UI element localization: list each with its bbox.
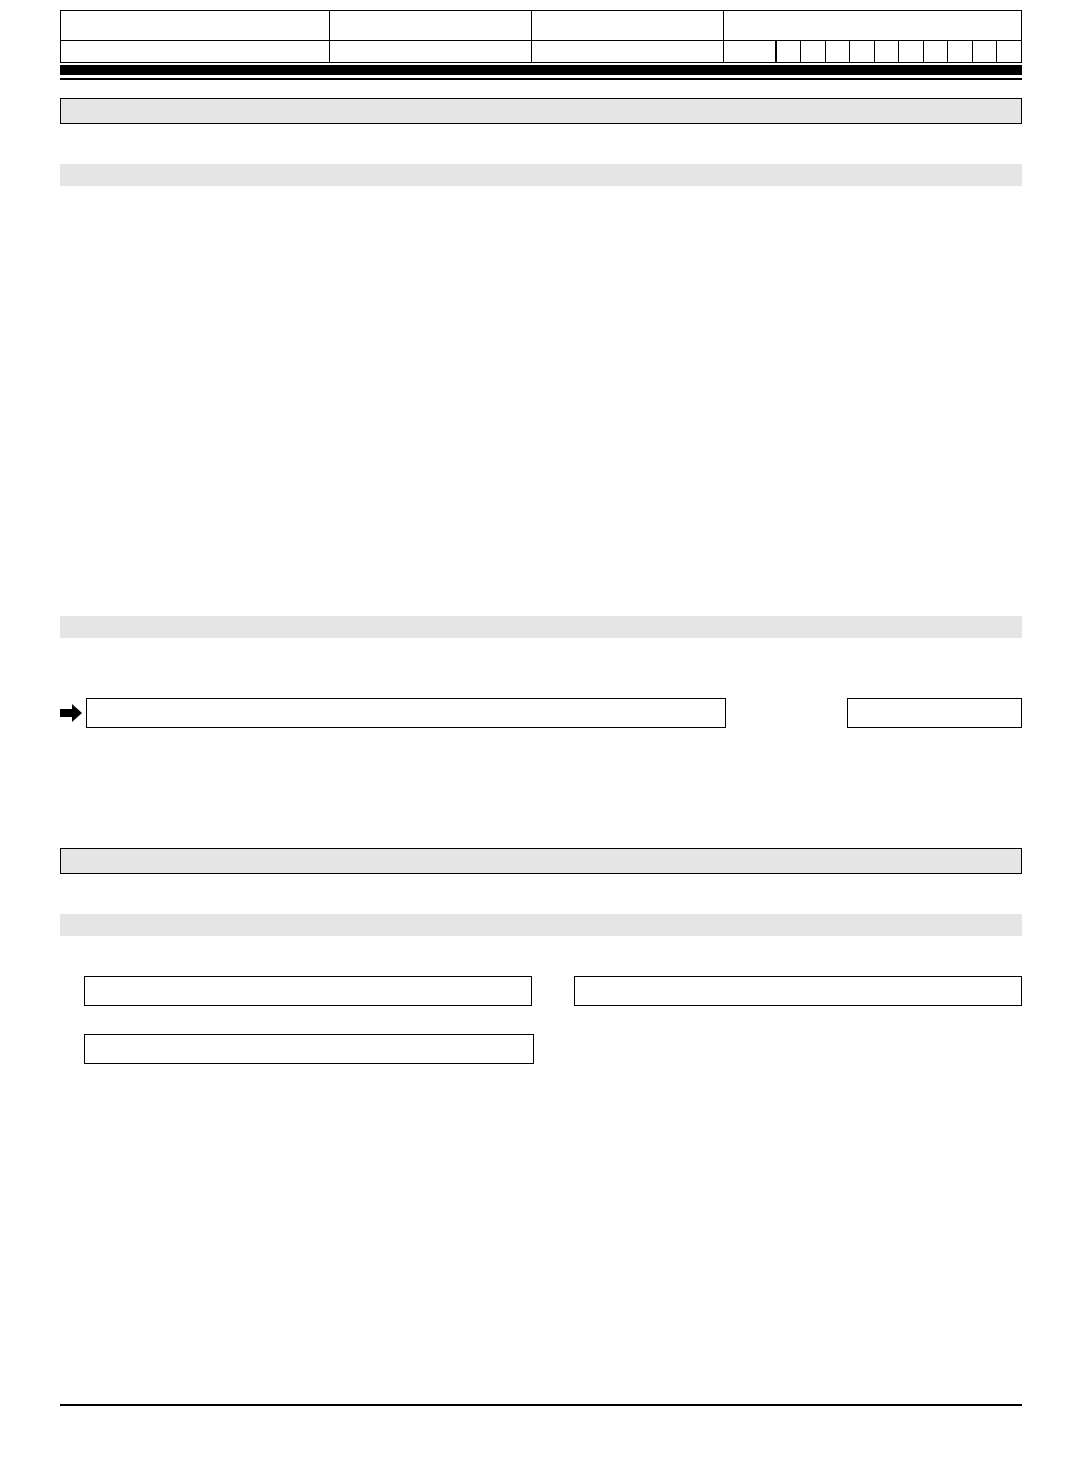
section-bar-2 (60, 616, 1022, 638)
section-header-boxed-2 (60, 848, 1022, 874)
grid-cell-1[interactable] (801, 41, 826, 63)
arrow-right-icon (60, 703, 82, 723)
header-table (60, 10, 1022, 63)
single-row (60, 1034, 1022, 1064)
pair-box-3[interactable] (84, 1034, 534, 1064)
pair-box-2[interactable] (574, 976, 1022, 1006)
grid-cell-2[interactable] (825, 41, 850, 63)
arrow-small-box[interactable] (847, 698, 1022, 728)
section-bar-1 (60, 164, 1022, 186)
header-r1-c1[interactable] (61, 11, 330, 41)
section-bar-3 (60, 914, 1022, 936)
pair-row-1 (60, 976, 1022, 1006)
header-r2-c1[interactable] (61, 41, 330, 63)
header-r2-c3[interactable] (531, 41, 723, 63)
bottom-line (60, 1404, 1022, 1406)
thin-line (60, 78, 1022, 80)
header-row-1 (61, 11, 1022, 41)
header-r1-c3[interactable] (531, 11, 723, 41)
grid-cell-6[interactable] (923, 41, 948, 63)
header-row-2 (61, 41, 1022, 63)
pair-box-1[interactable] (84, 976, 532, 1006)
grid-cell-9[interactable] (997, 41, 1022, 63)
section-header-boxed-1 (60, 98, 1022, 124)
black-bar (60, 65, 1022, 75)
header-r1-c2[interactable] (330, 11, 532, 41)
header-r2-prefix[interactable] (724, 41, 777, 63)
grid-cell-7[interactable] (948, 41, 973, 63)
header-r2-c2[interactable] (330, 41, 532, 63)
grid-cell-0[interactable] (776, 41, 801, 63)
grid-cell-4[interactable] (874, 41, 899, 63)
arrow-main-box[interactable] (86, 698, 726, 728)
header-r1-c4[interactable] (724, 11, 1022, 41)
grid-cell-5[interactable] (899, 41, 924, 63)
arrow-row (60, 698, 1022, 728)
grid-cell-8[interactable] (972, 41, 997, 63)
grid-cell-3[interactable] (850, 41, 875, 63)
